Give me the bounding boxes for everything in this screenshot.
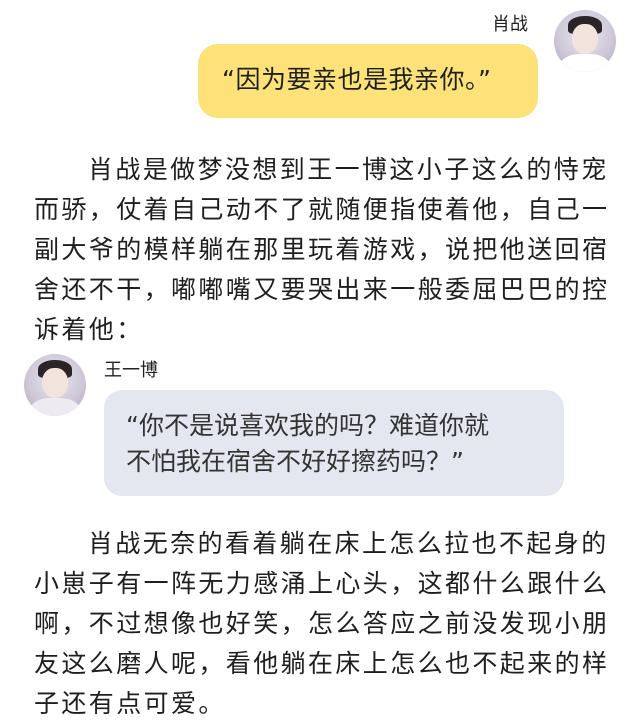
message-line-1: “你不是说喜欢我的吗？难道你就: [126, 411, 489, 440]
story-paragraph-2: 肖战无奈的看着躺在床上怎么拉也不起身的小崽子有一阵无力感涌上心头，这都什么跟什么…: [34, 529, 610, 718]
avatar-face: [42, 368, 68, 398]
message-line-2: 不怕我在宿舍不好好擦药吗？”: [126, 447, 464, 476]
avatar-shoulders: [560, 54, 610, 72]
avatar-face: [572, 24, 598, 54]
sender-name-xiaozhan: 肖战: [492, 14, 528, 35]
avatar-shoulders: [30, 398, 80, 416]
sender-name-wangyibo: 王一博: [104, 360, 158, 381]
message-bubble-wangyibo: “你不是说喜欢我的吗？难道你就 不怕我在宿舍不好好擦药吗？”: [104, 390, 564, 496]
message-bubble-xiaozhan: “因为要亲也是我亲你。”: [198, 44, 538, 118]
avatar-wangyibo[interactable]: [24, 354, 86, 416]
story-paragraph-1: 肖战是做梦没想到王一博这小子这么的恃宠而骄，仗着自己动不了就随便指使着他，自己一…: [34, 155, 610, 344]
avatar-xiaozhan[interactable]: [554, 10, 616, 72]
